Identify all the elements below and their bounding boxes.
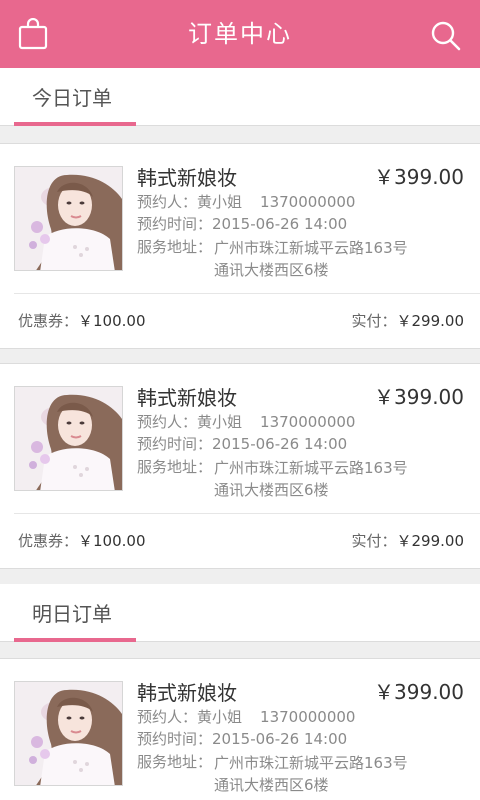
- service-address: 广州市珠江新城平云路163号 通讯大楼西区6楼: [214, 752, 444, 796]
- product-thumbnail: [14, 681, 123, 786]
- time-row: 预约时间：2015-06-26 14:00: [137, 214, 347, 234]
- service-name: 韩式新娘妆: [137, 166, 237, 190]
- product-thumbnail: [14, 386, 123, 491]
- service-address: 广州市珠江新城平云路163号 通讯大楼西区6楼: [214, 457, 444, 501]
- section-underline: [14, 122, 136, 126]
- booker-label: 预约人：: [137, 413, 198, 431]
- service-name: 韩式新娘妆: [137, 681, 237, 705]
- section-title: 今日订单: [32, 86, 112, 110]
- address-line: 通讯大楼西区6楼: [214, 481, 329, 499]
- address-label: 服务地址：: [137, 753, 213, 771]
- address-line: 通讯大楼西区6楼: [214, 776, 329, 794]
- time-label: 预约时间：: [137, 435, 213, 453]
- time-row: 预约时间：2015-06-26 14:00: [137, 434, 347, 454]
- booker-name: 黄小姐: [197, 193, 243, 211]
- app-header: 订单中心: [0, 0, 480, 68]
- paid-info: 实付：￥299.00: [351, 530, 464, 551]
- booker-name: 黄小姐: [197, 708, 243, 726]
- address-label: 服务地址：: [137, 238, 213, 256]
- paid-value: ￥299.00: [396, 532, 465, 550]
- address-line: 广州市珠江新城平云路163号: [214, 239, 408, 257]
- paid-label: 实付：: [351, 532, 397, 550]
- booker-label: 预约人：: [137, 708, 198, 726]
- booker-row: 预约人：黄小姐 1370000000: [137, 707, 355, 727]
- booker-row: 预约人：黄小姐 1370000000: [137, 412, 355, 432]
- address-label: 服务地址：: [137, 458, 213, 476]
- appointment-time: 2015-06-26 14:00: [212, 730, 348, 748]
- order-card[interactable]: 韩式新娘妆 ￥399.00 预约人：黄小姐 1370000000 预约时间：201…: [0, 363, 480, 569]
- card-divider: [14, 513, 480, 514]
- service-name: 韩式新娘妆: [137, 386, 237, 410]
- address-line: 广州市珠江新城平云路163号: [214, 754, 408, 772]
- coupon-value: ￥100.00: [78, 312, 146, 330]
- paid-value: ￥299.00: [396, 312, 465, 330]
- booker-label: 预约人：: [137, 193, 198, 211]
- section-tomorrow[interactable]: 明日订单: [0, 584, 480, 642]
- booker-phone: 1370000000: [260, 708, 356, 726]
- section-underline: [14, 638, 136, 642]
- product-thumbnail: [14, 166, 123, 271]
- card-divider: [14, 293, 480, 294]
- service-address: 广州市珠江新城平云路163号 通讯大楼西区6楼: [214, 237, 444, 281]
- paid-info: 实付：￥299.00: [351, 310, 464, 331]
- booker-row: 预约人：黄小姐 1370000000: [137, 192, 355, 212]
- coupon-label: 优惠券：: [18, 312, 79, 330]
- time-row: 预约时间：2015-06-26 14:00: [137, 729, 347, 749]
- order-card[interactable]: 韩式新娘妆 ￥399.00 预约人：黄小姐 1370000000 预约时间：201…: [0, 143, 480, 349]
- coupon-info: 优惠券：￥100.00: [18, 310, 146, 331]
- order-card[interactable]: 韩式新娘妆 ￥399.00 预约人：黄小姐 1370000000 预约时间：201…: [0, 658, 480, 800]
- service-price: ￥399.00: [374, 165, 464, 189]
- appointment-time: 2015-06-26 14:00: [212, 435, 348, 453]
- search-icon[interactable]: [430, 20, 462, 52]
- paid-label: 实付：: [351, 312, 397, 330]
- booker-phone: 1370000000: [260, 413, 356, 431]
- appointment-time: 2015-06-26 14:00: [212, 215, 348, 233]
- address-line: 广州市珠江新城平云路163号: [214, 459, 408, 477]
- coupon-value: ￥100.00: [78, 532, 146, 550]
- booker-phone: 1370000000: [260, 193, 356, 211]
- service-price: ￥399.00: [374, 385, 464, 409]
- address-line: 通讯大楼西区6楼: [214, 261, 329, 279]
- coupon-label: 优惠券：: [18, 532, 79, 550]
- page-title: 订单中心: [188, 20, 292, 48]
- coupon-info: 优惠券：￥100.00: [18, 530, 146, 551]
- time-label: 预约时间：: [137, 215, 213, 233]
- section-title: 明日订单: [32, 602, 112, 626]
- service-price: ￥399.00: [374, 680, 464, 704]
- section-today[interactable]: 今日订单: [0, 68, 480, 126]
- booker-name: 黄小姐: [197, 413, 243, 431]
- time-label: 预约时间：: [137, 730, 213, 748]
